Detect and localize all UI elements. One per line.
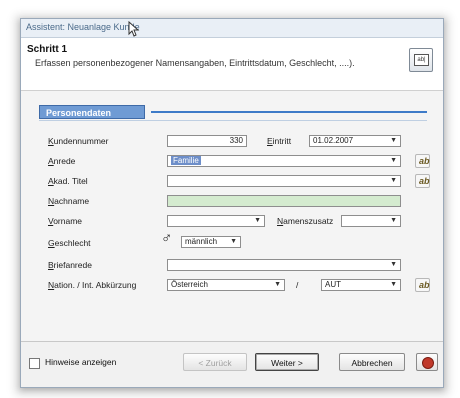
geschlecht-label: Geschlecht [48,238,91,248]
edit-list-icon: ab [419,176,430,186]
eintritt-date-picker[interactable]: 01.02.2007 [309,135,401,147]
nachname-field[interactable] [167,195,401,207]
anrede-select[interactable]: Familie [167,155,401,167]
step-description: Erfassen personenbezogener Namensangaben… [35,58,355,68]
vorname-label: Vorname [48,216,83,226]
section-underline [39,120,427,121]
nation-separator: / [296,280,299,290]
nation-value: Österreich [171,280,208,289]
nation-select[interactable]: Österreich [167,279,285,291]
eintritt-label: Eintritt [267,136,292,146]
nation-label: Nation. / Int. Abkürzung [48,280,137,290]
briefanrede-label: Briefanrede [48,260,92,270]
cancel-button[interactable]: Abbrechen [339,353,405,371]
namenszusatz-label: Namenszusatz [277,216,334,226]
anrede-label: Anrede [48,156,76,166]
hints-label[interactable]: Hinweise anzeigen [45,357,116,367]
hints-checkbox[interactable] [29,358,40,369]
titel-label: Akad. Titel [48,176,88,186]
edit-list-icon: ab [419,156,430,166]
titel-select[interactable] [167,175,401,187]
wizard-footer: Hinweise anzeigen < Zurück Weiter > Abbr… [21,341,443,387]
vorname-select[interactable] [167,215,265,227]
title-bar: Assistent: Neuanlage Kunde [21,19,443,38]
titel-add-button[interactable]: ab [415,174,430,188]
back-button[interactable]: < Zurück [183,353,247,371]
help-button[interactable] [416,353,438,371]
kundennummer-field[interactable]: 330 [167,135,247,147]
step-header: Schritt 1 Erfassen personenbezogener Nam… [21,38,443,91]
male-icon: ♂ [161,230,173,247]
geschlecht-value: männlich [185,237,218,246]
edit-list-icon: ab [419,280,430,290]
geschlecht-select[interactable]: männlich [181,236,241,248]
anrede-value: Familie [171,156,201,165]
abkuerzung-value: AUT [325,280,341,289]
wizard-window: Assistent: Neuanlage Kunde Schritt 1 Erf… [20,18,444,388]
anrede-add-button[interactable]: ab [415,154,430,168]
section-title: Personendaten [39,105,145,119]
kundennummer-label: Kundennummer [48,136,109,146]
window-title: Assistent: Neuanlage Kunde [26,22,140,32]
header-text-button[interactable]: ab| [409,48,433,72]
mouse-cursor-icon [128,21,140,37]
step-title: Schritt 1 [27,44,68,55]
nation-add-button[interactable]: ab [415,278,430,292]
namenszusatz-select[interactable] [341,215,401,227]
section-divider [151,111,427,113]
next-button[interactable]: Weiter > [255,353,319,371]
text-icon: ab| [414,54,429,66]
eintritt-value: 01.02.2007 [313,136,354,145]
help-icon [422,357,434,369]
abkuerzung-select[interactable]: AUT [321,279,401,291]
briefanrede-select[interactable] [167,259,401,271]
nachname-label: Nachname [48,196,90,206]
